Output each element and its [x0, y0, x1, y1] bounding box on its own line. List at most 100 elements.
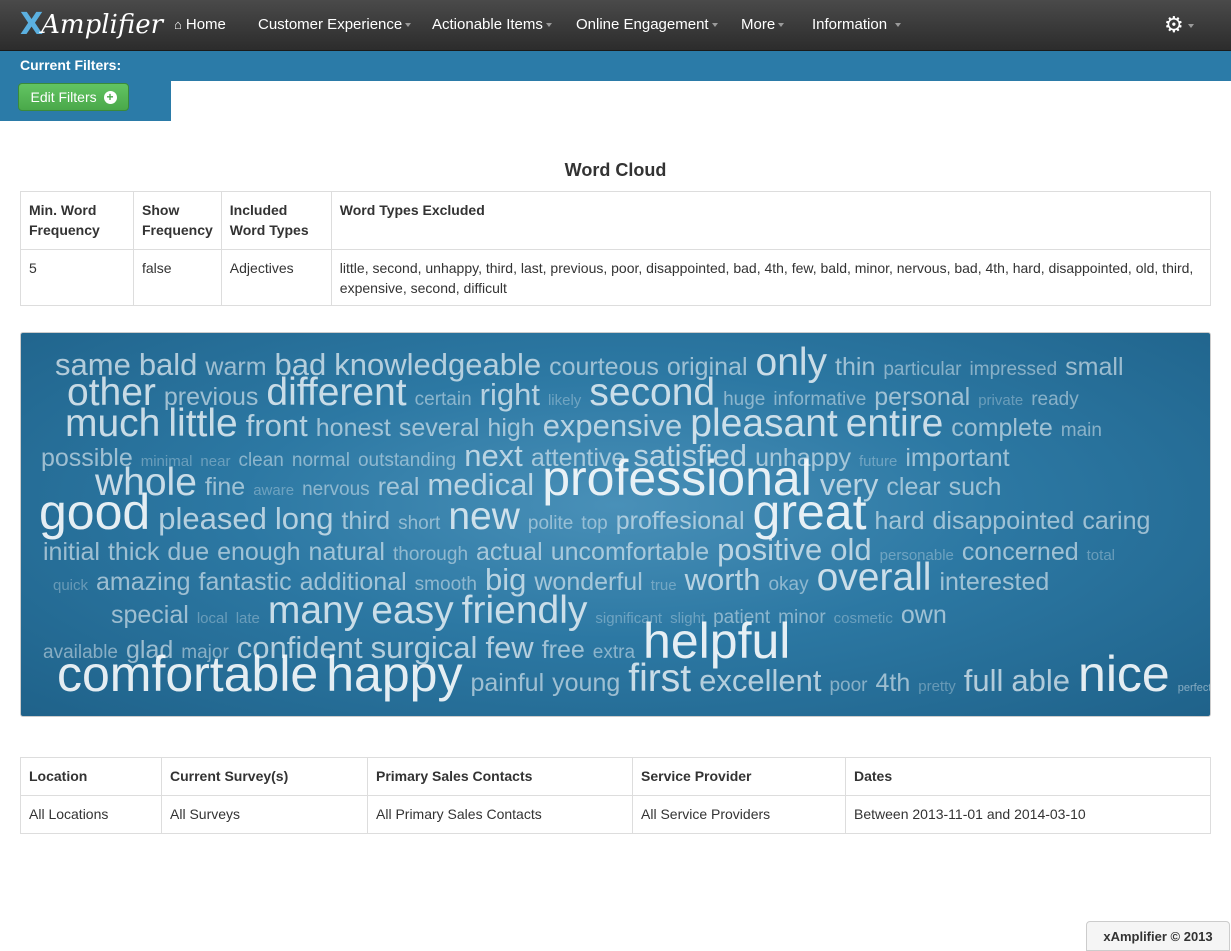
cloud-word: new: [448, 495, 520, 538]
cloud-word: worth: [684, 562, 761, 597]
cloud-word: only: [756, 341, 828, 384]
nav-label: Information: [812, 16, 888, 33]
nav-label: Actionable Items: [432, 16, 543, 33]
caret-down-icon: [545, 23, 552, 28]
current-filters-label: Current Filters:: [20, 57, 122, 73]
word-cloud-canvas: same bald warm bad knowledgeable courteous ori…: [39, 341, 1210, 702]
cloud-word: front: [246, 408, 308, 443]
nav-customer-experience[interactable]: Customer Experience: [258, 0, 412, 50]
brand-x-mark: X: [20, 7, 44, 42]
column-header: Word Types Excluded: [330, 191, 1212, 250]
cloud-word: painful: [470, 669, 544, 697]
cloud-word: normal: [292, 450, 350, 471]
column-header: Service Provider: [632, 757, 846, 796]
column-header: Dates: [845, 757, 1211, 796]
cloud-word: nervous: [302, 479, 370, 500]
cloud-word: perfect: [1178, 682, 1210, 694]
cloud-word: late: [236, 610, 260, 627]
cloud-word: near: [200, 453, 230, 470]
footer-copyright: xAmplifier © 2013: [1086, 921, 1230, 951]
column-header: Included Word Types: [220, 191, 332, 250]
cloud-word: main: [1061, 420, 1102, 441]
table-cell: All Primary Sales Contacts: [367, 795, 633, 834]
nav-more[interactable]: More: [741, 0, 785, 50]
cloud-word: right: [480, 377, 541, 412]
cloud-word: happy: [326, 646, 462, 702]
table-cell: All Surveys: [161, 795, 368, 834]
cloud-word: full: [964, 663, 1004, 698]
nav-online-engagement[interactable]: Online Engagement: [576, 0, 718, 50]
cloud-word: okay: [768, 574, 809, 595]
nav-label: Online Engagement: [576, 16, 709, 33]
cloud-word: own: [901, 601, 947, 629]
table-cell: All Service Providers: [632, 795, 846, 834]
nav-information[interactable]: Information: [812, 0, 902, 50]
gear-icon: ⚙: [1164, 12, 1184, 37]
page-title: Word Cloud: [564, 160, 667, 180]
cloud-word: little: [168, 402, 237, 445]
cloud-word: nice: [1078, 646, 1170, 702]
brand-name: Amplifier: [41, 10, 164, 40]
caret-down-icon: [778, 23, 785, 28]
caret-down-icon: [711, 23, 718, 28]
table-cell: false: [133, 249, 222, 306]
cloud-word: impressed: [970, 359, 1058, 380]
cloud-word: such: [949, 473, 1002, 501]
cloud-word: disappointed: [933, 507, 1075, 535]
table-cell: little, second, unhappy, third, last, pr…: [330, 249, 1212, 306]
nav-home[interactable]: ⌂ Home: [174, 0, 226, 50]
cloud-word: ready: [1031, 389, 1079, 410]
cloud-word: clear: [886, 473, 940, 501]
column-header: Location: [20, 757, 162, 796]
cloud-word: enough: [217, 538, 300, 566]
filter-bar: [0, 51, 1231, 81]
nav-label: Customer Experience: [258, 16, 403, 33]
caret-down-icon: [405, 23, 412, 28]
cloud-word: free: [542, 636, 585, 664]
cloud-word: quick: [53, 577, 89, 594]
cloud-word: private: [978, 392, 1023, 409]
cloud-word: aware: [253, 482, 294, 499]
cloud-word: many: [268, 589, 364, 632]
nav-actionable-items[interactable]: Actionable Items: [432, 0, 552, 50]
cloud-word: particular: [883, 359, 962, 380]
cloud-word: total: [1087, 547, 1115, 564]
cloud-word: caring: [1082, 507, 1150, 535]
nav-label: More: [741, 16, 776, 33]
word-cloud-settings-table: Min. Word Frequency Show Frequency Inclu…: [20, 191, 1212, 306]
edit-filters-button[interactable]: Edit Filters +: [18, 83, 129, 111]
cloud-word: good: [39, 484, 150, 540]
table-header-row: Location Current Survey(s) Primary Sales…: [20, 757, 1211, 796]
cloud-word: polite: [528, 513, 573, 534]
cloud-word: long: [275, 501, 334, 536]
word-cloud: same bald warm bad knowledgeable courteous ori…: [20, 332, 1211, 717]
cloud-word: real: [378, 473, 420, 501]
settings-menu[interactable]: ⚙: [1164, 0, 1194, 50]
cloud-word: easy: [371, 589, 454, 632]
cloud-word: overall: [817, 556, 932, 599]
plus-circle-icon: +: [103, 90, 117, 104]
cloud-word: proffesional: [616, 507, 745, 535]
table-cell: Adjectives: [220, 249, 332, 306]
cloud-word: special: [111, 601, 189, 629]
table-cell: Between 2013-11-01 and 2014-03-10: [845, 795, 1211, 834]
cloud-word: young: [552, 669, 620, 697]
cloud-word: interested: [939, 568, 1049, 596]
table-row: All Locations All Surveys All Primary Sa…: [20, 795, 1211, 834]
cloud-word: initial: [43, 538, 100, 566]
table-row: 5 false Adjectives little, second, unhap…: [20, 249, 1212, 306]
brand-logo[interactable]: X Amplifier: [20, 9, 163, 41]
cloud-word: honest: [316, 414, 391, 442]
cloud-word: poor: [829, 675, 868, 696]
cloud-word: first: [628, 657, 691, 700]
edit-filters-label: Edit Filters: [30, 89, 97, 105]
cloud-word: due: [167, 538, 209, 566]
column-header: Show Frequency: [133, 191, 222, 250]
cloud-word: important: [905, 444, 1009, 472]
cloud-word: pretty: [918, 678, 956, 695]
cloud-word: able: [1011, 663, 1070, 698]
cloud-word: pleased: [158, 501, 267, 536]
cloud-word: true: [651, 577, 677, 594]
column-header: Current Survey(s): [161, 757, 368, 796]
cloud-word: complete: [951, 414, 1052, 442]
